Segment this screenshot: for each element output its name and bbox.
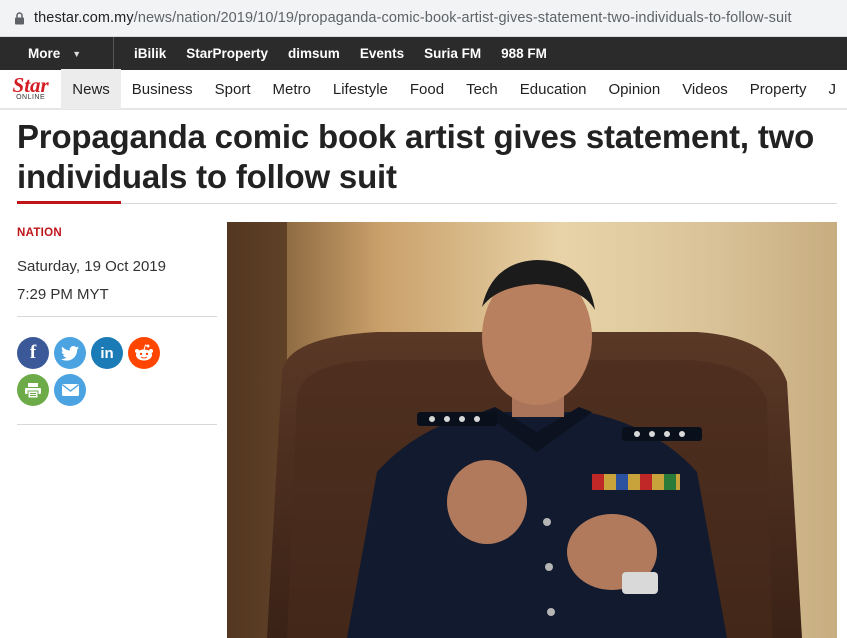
sidebar-divider-bottom [17,424,217,425]
nav-item-business[interactable]: Business [121,69,204,109]
url-path: /news/nation/2019/10/19/propaganda-comic… [133,10,792,26]
top-bar: More ▼ iBilik StarProperty dimsum Events… [0,37,847,70]
top-link-starproperty[interactable]: StarProperty [186,46,268,61]
linkedin-share-button[interactable]: in [91,337,123,369]
nav-item-news[interactable]: News [61,69,121,109]
reddit-share-button[interactable] [128,337,160,369]
article-category[interactable]: NATION [17,227,62,239]
star-logo[interactable]: Star ONLINE [0,69,61,109]
more-menu-button[interactable]: More ▼ [0,37,114,70]
browser-address-bar[interactable]: thestar.com.my/news/nation/2019/10/19/pr… [0,0,847,37]
nav-item-food[interactable]: Food [399,69,455,109]
nav-item-lifestyle[interactable]: Lifestyle [322,69,399,109]
top-link-988-fm[interactable]: 988 FM [501,46,547,61]
article-headline: Propaganda comic book artist gives state… [17,118,815,195]
nav-item-j[interactable]: J [818,69,847,109]
email-share-button[interactable] [54,374,86,406]
top-link-suria-fm[interactable]: Suria FM [424,46,481,61]
caret-down-icon: ▼ [72,48,82,59]
linkedin-icon: in [100,344,114,362]
url-text[interactable]: thestar.com.my/news/nation/2019/10/19/pr… [34,10,792,26]
article-time: 7:29 PM MYT [17,286,109,303]
twitter-share-button[interactable] [54,337,86,369]
article-date: Saturday, 19 Oct 2019 [17,258,166,275]
headline-divider [17,203,837,204]
email-icon [61,384,79,396]
lock-icon [12,11,26,25]
nav-item-education[interactable]: Education [509,69,598,109]
url-domain: thestar.com.my [34,10,134,26]
nav-item-tech[interactable]: Tech [455,69,509,109]
top-link-dimsum[interactable]: dimsum [288,46,340,61]
nav-item-metro[interactable]: Metro [262,69,322,109]
headline-accent-bar [17,201,121,204]
reddit-icon [135,344,153,361]
top-link-ibilik[interactable]: iBilik [134,46,166,61]
top-links: iBilik StarProperty dimsum Events Suria … [114,46,567,61]
article-photo [227,222,837,638]
main-nav: Star ONLINE News Business Sport Metro Li… [0,69,847,110]
logo-star: Star [12,73,49,97]
nav-item-videos[interactable]: Videos [671,69,739,109]
nav-item-property[interactable]: Property [739,69,818,109]
logo-online: ONLINE [16,94,46,101]
facebook-share-button[interactable]: f [17,337,49,369]
print-share-button[interactable] [17,374,49,406]
sidebar-divider-top [17,316,217,317]
more-label: More [28,46,61,61]
print-icon [25,382,41,398]
twitter-icon [61,345,79,361]
nav-item-sport[interactable]: Sport [204,69,262,109]
top-link-events[interactable]: Events [360,46,404,61]
facebook-icon: f [29,342,37,363]
nav-item-opinion[interactable]: Opinion [598,69,672,109]
